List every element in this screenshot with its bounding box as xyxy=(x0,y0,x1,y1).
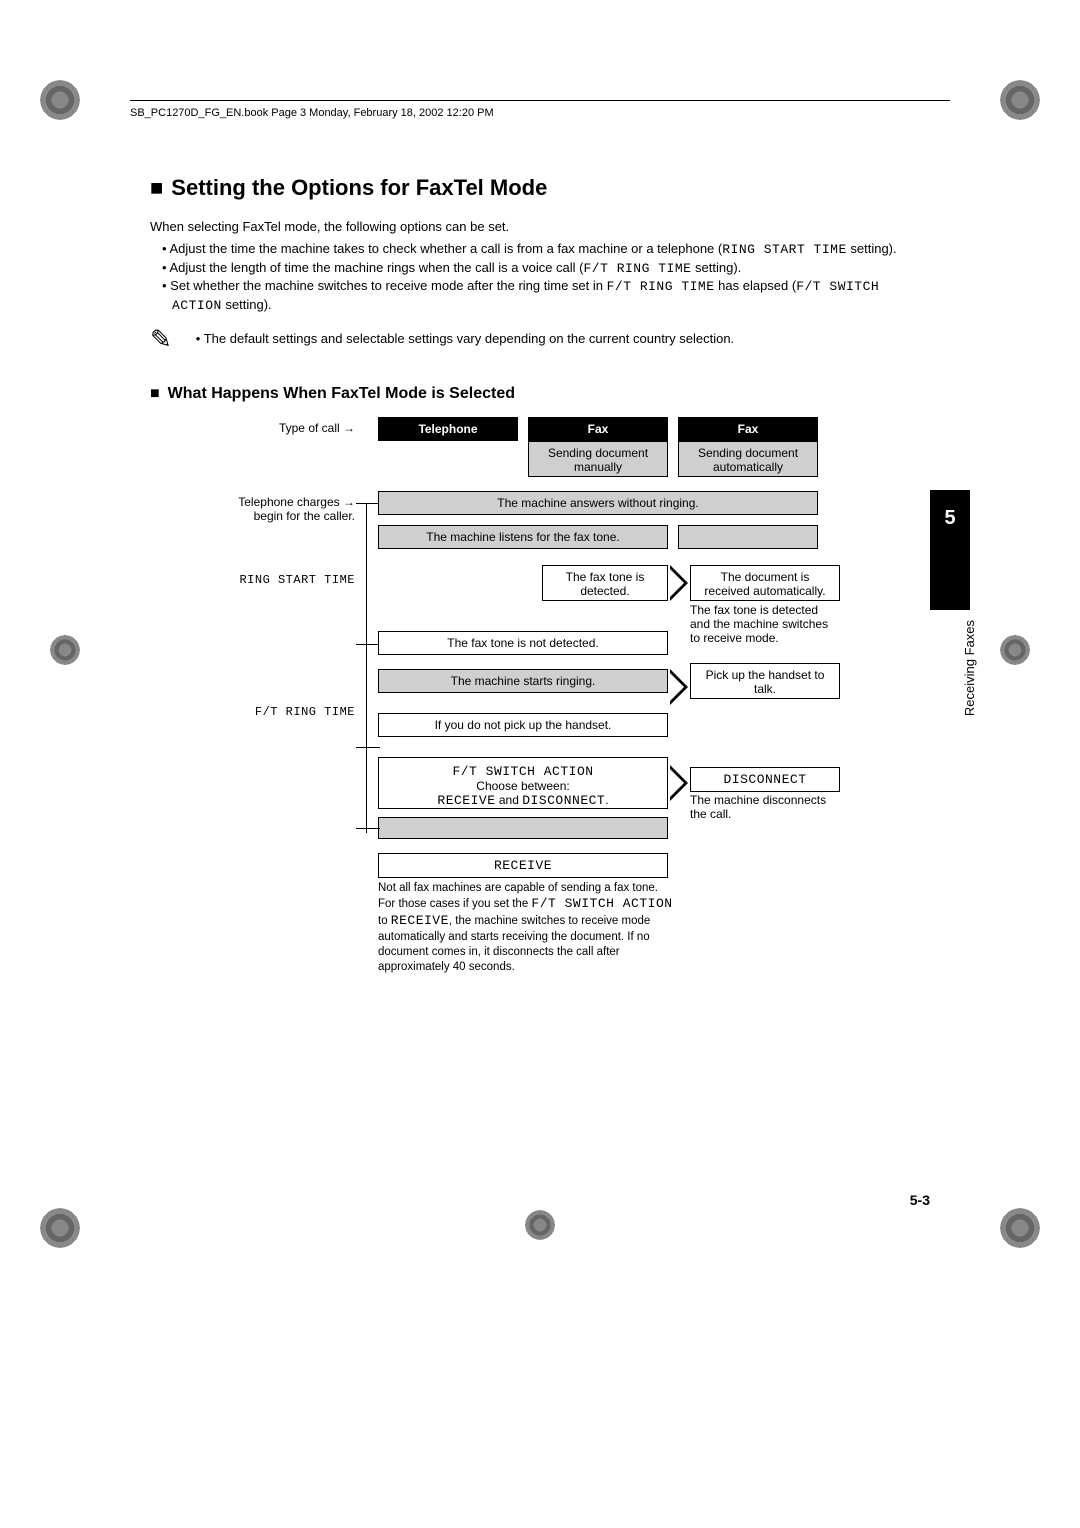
box-disconnect: DISCONNECT xyxy=(690,767,840,792)
footnote: Not all fax machines are capable of send… xyxy=(378,881,678,975)
label-charges: Telephone charges → begin for the caller… xyxy=(210,495,355,523)
box-fax-detected: The fax tone is detected. xyxy=(542,565,668,601)
box-listens: The machine listens for the fax tone. xyxy=(378,525,668,549)
header-fax: Fax xyxy=(528,417,668,441)
header-bar: SB_PC1270D_FG_EN.book Page 3 Monday, Feb… xyxy=(130,100,950,119)
crop-mark-icon xyxy=(1000,80,1040,120)
list-item: Adjust the time the machine takes to che… xyxy=(162,240,930,259)
flowchart: Type of call → Telephone Fax Fax Sending… xyxy=(210,417,930,997)
crop-mark-icon xyxy=(1000,635,1030,665)
intro-text: When selecting FaxTel mode, the followin… xyxy=(150,219,930,234)
timeline xyxy=(366,503,367,833)
box-doc-received: The document is received automatically. xyxy=(690,565,840,601)
chapter-label: Receiving Faxes xyxy=(962,620,977,716)
box-ft-switch: F/T SWITCH ACTION Choose between: RECEIV… xyxy=(378,757,668,809)
crop-mark-icon xyxy=(525,1210,555,1240)
options-list: Adjust the time the machine takes to che… xyxy=(150,240,930,314)
label-type-of-call: Type of call → xyxy=(210,421,355,435)
header-telephone: Telephone xyxy=(378,417,518,441)
header-text: SB_PC1270D_FG_EN.book Page 3 Monday, Feb… xyxy=(130,107,494,119)
header-fax-2: Fax xyxy=(678,417,818,441)
arrow-icon xyxy=(670,765,688,801)
note-text: The default settings and selectable sett… xyxy=(196,324,734,348)
subsection-heading: What Happens When FaxTel Mode is Selecte… xyxy=(150,385,930,403)
list-item: Adjust the length of time the machine ri… xyxy=(162,259,930,278)
text-detected-switch: The fax tone is detected and the machine… xyxy=(690,603,840,645)
arrow-icon xyxy=(670,669,688,705)
page-number: 5-3 xyxy=(910,1192,930,1208)
section-heading: Setting the Options for FaxTel Mode xyxy=(150,175,930,201)
text-disconnect-call: The machine disconnects the call. xyxy=(690,793,840,821)
box-not-detected: The fax tone is not detected. xyxy=(378,631,668,655)
box-receive: RECEIVE xyxy=(378,853,668,878)
chapter-tab: 5 xyxy=(930,490,970,610)
crop-mark-icon xyxy=(1000,1208,1040,1248)
box-answers: The machine answers without ringing. xyxy=(378,491,818,515)
list-item: Set whether the machine switches to rece… xyxy=(162,277,930,314)
crop-mark-icon xyxy=(40,80,80,120)
box-send-auto: Sending document automatically xyxy=(678,441,818,477)
box-grey-spacer xyxy=(678,525,818,549)
box-pickup: Pick up the handset to talk. xyxy=(690,663,840,699)
label-ft-ring: F/T RING TIME xyxy=(205,705,355,719)
box-no-pickup: If you do not pick up the handset. xyxy=(378,713,668,737)
box-starts-ringing: The machine starts ringing. xyxy=(378,669,668,693)
box-grey-spacer-2 xyxy=(378,817,668,839)
arrow-icon xyxy=(670,565,688,601)
note-icon: ✎ xyxy=(150,324,172,355)
crop-mark-icon xyxy=(40,1208,80,1248)
note: ✎ The default settings and selectable se… xyxy=(150,324,930,355)
crop-mark-icon xyxy=(50,635,80,665)
chapter-number: 5 xyxy=(944,507,955,529)
label-ring-start: RING START TIME xyxy=(205,573,355,587)
box-send-manual: Sending document manually xyxy=(528,441,668,477)
